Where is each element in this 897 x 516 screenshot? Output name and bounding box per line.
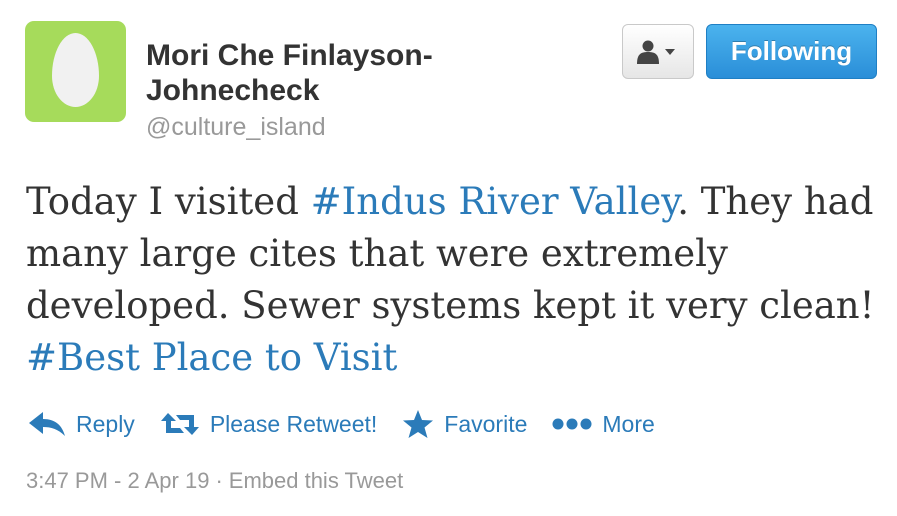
user-handle[interactable]: @culture_island bbox=[146, 113, 326, 142]
favorite-label: Favorite bbox=[444, 410, 528, 437]
display-name-line2: Johnecheck bbox=[146, 74, 320, 107]
hashtag-link-indus-river-valley[interactable]: #Indus River Valley bbox=[311, 180, 678, 223]
tweet-actions: Reply Please Retweet! Favorite More bbox=[28, 404, 680, 444]
hashtag-link-best-place-to-visit[interactable]: #Best Place to Visit bbox=[26, 336, 397, 379]
reply-icon bbox=[29, 412, 65, 436]
user-menu-button[interactable] bbox=[622, 24, 694, 79]
star-icon bbox=[403, 410, 434, 438]
meta-separator: · bbox=[215, 468, 223, 493]
user-dropdown-icon bbox=[637, 40, 675, 64]
retweet-label: Please Retweet! bbox=[209, 410, 378, 437]
retweet-icon bbox=[160, 413, 199, 435]
tweet-text-part1: Today I visited bbox=[26, 180, 311, 223]
reply-button[interactable]: Reply bbox=[28, 411, 135, 438]
egg-avatar-icon bbox=[52, 33, 99, 107]
reply-label: Reply bbox=[76, 410, 135, 437]
display-name[interactable]: Mori Che Finlayson- Johnecheck bbox=[146, 38, 586, 108]
following-button[interactable]: Following bbox=[706, 24, 877, 79]
more-button[interactable]: More bbox=[552, 410, 655, 438]
avatar[interactable] bbox=[25, 21, 126, 122]
more-label: More bbox=[602, 410, 655, 437]
tweet-meta: 3:47 PM - 2 Apr 19 · Embed this Tweet bbox=[26, 468, 403, 494]
more-dots-icon bbox=[552, 418, 592, 430]
tweet-timestamp[interactable]: 3:47 PM - 2 Apr 19 bbox=[26, 468, 209, 493]
favorite-button[interactable]: Favorite bbox=[402, 409, 527, 439]
retweet-button[interactable]: Please Retweet! bbox=[160, 411, 377, 438]
embed-tweet-link[interactable]: Embed this Tweet bbox=[229, 468, 403, 493]
tweet-text: Today I visited #Indus River Valley. The… bbox=[26, 176, 876, 384]
display-name-line1: Mori Che Finlayson- bbox=[146, 39, 433, 72]
